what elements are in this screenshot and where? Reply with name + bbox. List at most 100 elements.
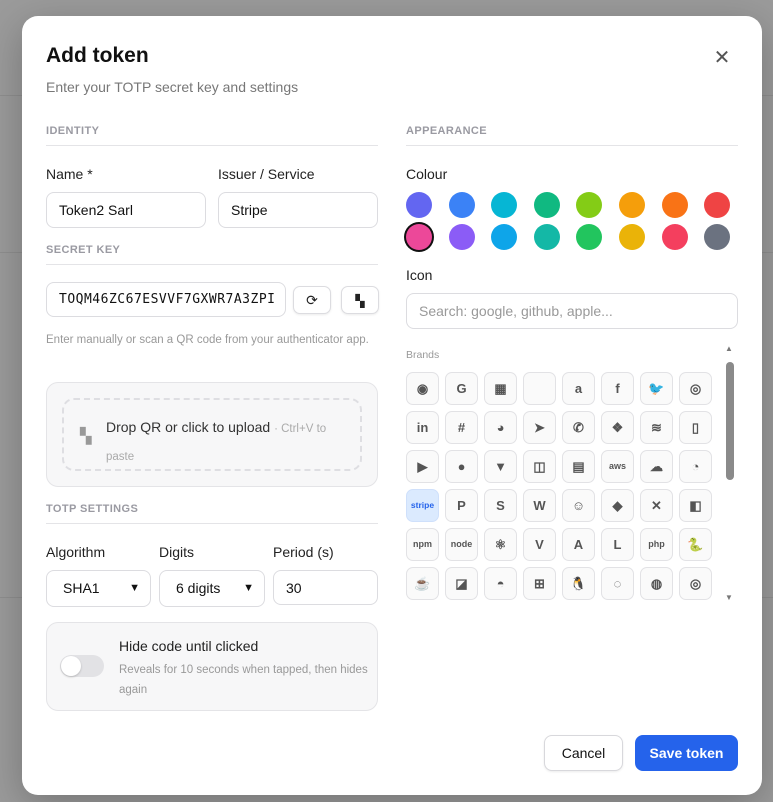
colour-label: Colour [406, 166, 448, 182]
colour-swatch[interactable] [576, 224, 603, 250]
brand-icon-apple[interactable] [523, 372, 556, 405]
brand-icon-twitch[interactable]: ▯ [679, 411, 712, 444]
brand-icon-whatsapp[interactable]: ✆ [562, 411, 595, 444]
brand-icon-aws[interactable]: aws [601, 450, 634, 483]
colour-swatch[interactable] [406, 224, 432, 250]
hide-code-toggle[interactable] [60, 655, 104, 677]
section-appearance: APPEARANCE [406, 125, 738, 146]
brand-icon-vue[interactable]: V [523, 528, 556, 561]
scrollbar-thumb[interactable] [726, 362, 734, 480]
brand-icon-slack[interactable]: # [445, 411, 478, 444]
brand-icon-chrome[interactable]: ◎ [679, 567, 712, 600]
brand-icon-bitbucket[interactable]: ◫ [523, 450, 556, 483]
brand-icon-windows[interactable]: ⊞ [523, 567, 556, 600]
brand-icon-youtube[interactable]: ▶ [406, 450, 439, 483]
brand-icon-facebook[interactable]: f [601, 372, 634, 405]
colour-swatch[interactable] [448, 192, 475, 218]
hide-code-description: Reveals for 10 seconds when tapped, then… [119, 664, 368, 696]
cancel-button[interactable]: Cancel [544, 735, 623, 771]
qr-drop-container: ▚ Drop QR or click to upload · Ctrl+V to… [46, 382, 378, 487]
colour-swatch[interactable] [619, 192, 645, 218]
brand-icon-jira[interactable]: ◆ [601, 489, 634, 522]
refresh-icon: ⟳ [306, 292, 318, 308]
brand-icon-php[interactable]: php [640, 528, 673, 561]
scroll-down-icon[interactable]: ▼ [725, 593, 733, 602]
colour-swatch[interactable] [661, 192, 688, 218]
name-input[interactable]: Token2 Sarl [46, 192, 206, 228]
brand-icon-digitalocean[interactable]: ◔ [679, 450, 712, 483]
colour-swatch[interactable] [704, 192, 731, 218]
brand-icon-microsoft[interactable]: ▦ [484, 372, 517, 405]
colour-swatch[interactable] [576, 192, 603, 218]
brand-icon-trello[interactable]: ◧ [679, 489, 712, 522]
icon-search-input[interactable]: Search: google, github, apple... [406, 293, 738, 329]
chevron-down-icon: ▼ [243, 582, 254, 594]
colour-swatch[interactable] [533, 224, 560, 250]
brand-icon-gitlab[interactable]: ▼ [484, 450, 517, 483]
hide-code-title: Hide code until clicked [119, 638, 259, 654]
brand-icon-amazon[interactable]: a [562, 372, 595, 405]
colour-swatch[interactable] [661, 224, 688, 250]
section-secret-key: SECRET KEY [46, 244, 378, 265]
brand-icon-python[interactable]: 🐍 [679, 528, 712, 561]
brand-icon-spotify[interactable]: ≋ [640, 411, 673, 444]
colour-swatch[interactable] [491, 192, 518, 218]
scroll-up-icon[interactable]: ▲ [725, 344, 733, 353]
brand-icon-nodejs[interactable]: node [445, 528, 478, 561]
brand-icon-android[interactable]: ◓ [484, 567, 517, 600]
qr-code-icon: ▚ [355, 294, 365, 308]
colour-swatch[interactable] [406, 192, 432, 218]
brand-icon-npm[interactable]: npm [406, 528, 439, 561]
digits-select[interactable]: 6 digits ▼ [159, 570, 265, 607]
save-token-button[interactable]: Save token [635, 735, 738, 771]
brand-icon-github[interactable]: ◉ [406, 372, 439, 405]
brand-icon-swift[interactable]: ◪ [445, 567, 478, 600]
brand-icon-instagram[interactable]: ◎ [679, 372, 712, 405]
brand-icon-cloudflare[interactable]: ☁ [640, 450, 673, 483]
drop-text: Drop QR or click to upload [106, 419, 271, 435]
digits-value: 6 digits [176, 580, 221, 596]
regenerate-secret-button[interactable]: ⟳ [293, 286, 331, 314]
brand-icon-stripe[interactable]: stripe [406, 489, 439, 522]
colour-swatch[interactable] [619, 224, 645, 250]
colour-swatch[interactable] [491, 224, 518, 250]
hide-code-option: Hide code until clicked Reveals for 10 s… [46, 622, 378, 711]
brand-icon-angular[interactable]: A [562, 528, 595, 561]
colour-swatch[interactable] [704, 224, 731, 250]
brand-icon-twitter[interactable]: 🐦 [640, 372, 673, 405]
period-input[interactable]: 30 [273, 570, 378, 605]
brand-icon-linux[interactable]: 🐧 [562, 567, 595, 600]
brand-icon-wordpress[interactable]: W [523, 489, 556, 522]
brand-icon-firefox[interactable]: ◍ [640, 567, 673, 600]
brand-icon-java[interactable]: ☕ [406, 567, 439, 600]
colour-swatch[interactable] [448, 224, 475, 250]
section-totp-settings: TOTP SETTINGS [46, 503, 378, 524]
secret-key-input[interactable]: TOQM46ZC67ESVVF7GXWR7A3ZPI [46, 282, 286, 317]
brand-icon-jenkins[interactable]: ☺ [562, 489, 595, 522]
brand-icon-dropbox[interactable]: ❖ [601, 411, 634, 444]
brand-icon-react[interactable]: ⚛ [484, 528, 517, 561]
scan-qr-button[interactable]: ▚ [341, 286, 379, 314]
algorithm-select[interactable]: SHA1 ▼ [46, 570, 151, 607]
issuer-input[interactable]: Stripe [218, 192, 378, 228]
brand-icon-reddit[interactable]: ● [445, 450, 478, 483]
icon-grid-scrollbar[interactable]: ▲ ▼ [724, 344, 736, 602]
close-icon[interactable]: ✕ [710, 46, 734, 70]
toggle-knob [61, 656, 81, 676]
issuer-label: Issuer / Service [218, 166, 315, 182]
brand-icon-telegram[interactable]: ➤ [523, 411, 556, 444]
brand-icon-shopify[interactable]: S [484, 489, 517, 522]
add-token-dialog: Add token Enter your TOTP secret key and… [22, 16, 762, 795]
brand-icon-discord[interactable]: ◕ [484, 411, 517, 444]
brand-icon-confluence[interactable]: ✕ [640, 489, 673, 522]
brand-icon-linkedin[interactable]: in [406, 411, 439, 444]
name-label: Name * [46, 166, 93, 182]
qr-drop-zone[interactable]: ▚ Drop QR or click to upload · Ctrl+V to… [62, 398, 362, 471]
colour-swatch[interactable] [533, 192, 560, 218]
brand-icon-google[interactable]: G [445, 372, 478, 405]
brand-icon-laravel[interactable]: L [601, 528, 634, 561]
brand-icon-paypal[interactable]: P [445, 489, 478, 522]
brand-icon-docker[interactable]: ▤ [562, 450, 595, 483]
algorithm-label: Algorithm [46, 544, 106, 560]
brand-icon-ubuntu[interactable]: ◌ [601, 567, 634, 600]
